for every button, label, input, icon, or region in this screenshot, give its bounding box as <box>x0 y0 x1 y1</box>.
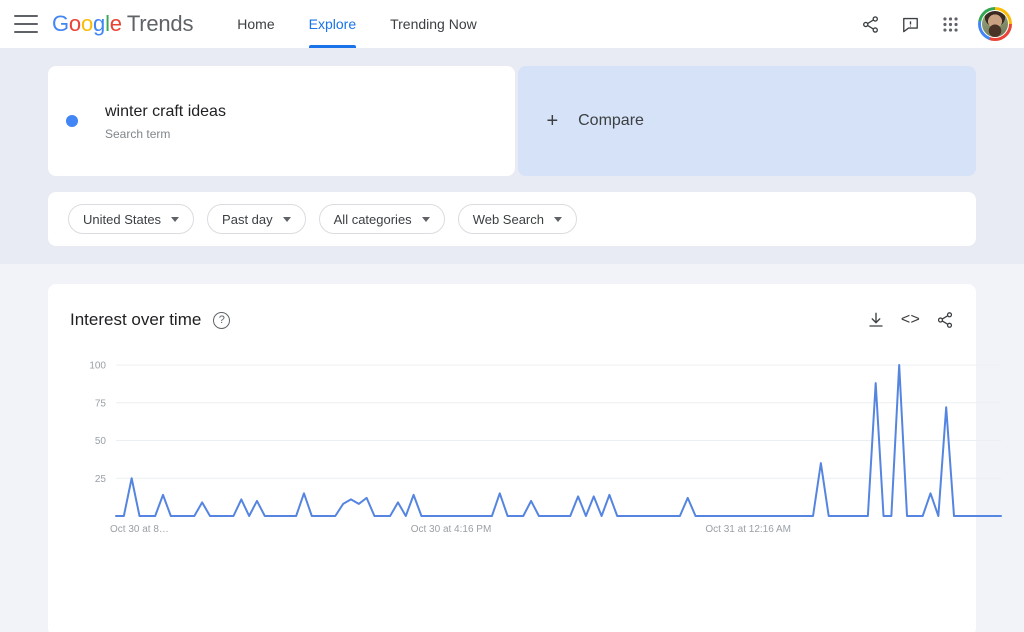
hamburger-bar <box>14 31 38 33</box>
results-band: Interest over time ? <> 25 50 75 100 Oct… <box>0 264 1024 632</box>
filter-search-type-label: Web Search <box>472 211 544 227</box>
x-axis-tick-label: Oct 30 at 8… <box>110 524 169 535</box>
chart-actions: <> <box>867 311 954 329</box>
logo-letter-o1: o <box>68 11 81 36</box>
avatar[interactable] <box>978 7 1012 41</box>
plus-icon: + <box>546 109 559 132</box>
search-term-card[interactable]: winter craft ideas Search term <box>48 66 516 176</box>
help-icon[interactable]: ? <box>213 311 231 329</box>
download-icon[interactable] <box>867 311 885 329</box>
x-axis-tick-label: Oct 31 at 12:16 AM <box>705 524 791 535</box>
logo-letter-g2: g <box>93 11 106 36</box>
chevron-down-icon <box>421 216 430 222</box>
filter-time-range[interactable]: Past day <box>207 204 306 234</box>
y-axis-tick-label: 100 <box>89 361 106 372</box>
compare-button[interactable]: + Compare <box>518 66 976 176</box>
google-trends-logo[interactable]: Google Trends <box>52 11 193 37</box>
hamburger-bar <box>14 23 38 25</box>
chart-header: Interest over time ? <> <box>70 310 954 330</box>
main-nav: Home Explore Trending Now <box>237 0 510 48</box>
nav-item-explore[interactable]: Explore <box>308 0 357 48</box>
interest-over-time-card: Interest over time ? <> 25 50 75 100 Oct… <box>48 284 1002 632</box>
series-color-dot <box>66 115 78 127</box>
apps-grid-icon[interactable] <box>932 6 968 42</box>
feedback-icon[interactable] <box>892 6 928 42</box>
filter-category[interactable]: All categories <box>318 204 445 234</box>
filter-search-type[interactable]: Web Search <box>457 204 577 234</box>
page-title: Interest over time <box>70 310 202 329</box>
x-axis-tick-label: Oct 30 at 4:16 PM <box>411 524 492 535</box>
search-term-title: winter craft ideas <box>105 102 226 120</box>
share-icon[interactable] <box>936 311 954 329</box>
embed-icon[interactable]: <> <box>901 311 920 329</box>
app-header: Google Trends Home Explore Trending Now <box>0 0 1024 48</box>
interest-over-time-chart[interactable]: 25 50 75 100 Oct 30 at 8… Oct 30 at 4:16 PM Oc… <box>48 354 1024 544</box>
avatar-image <box>981 10 1009 38</box>
search-term-text: winter craft ideas Search term <box>105 102 226 141</box>
nav-item-home[interactable]: Home <box>237 0 274 48</box>
chevron-down-icon <box>282 216 291 222</box>
query-band: winter craft ideas Search term + Compare… <box>0 48 1024 264</box>
filter-time-range-label: Past day <box>222 211 273 227</box>
y-axis-tick-label: 25 <box>95 474 107 485</box>
filter-location[interactable]: United States <box>68 204 195 234</box>
chart-svg: 25 50 75 100 Oct 30 at 8… Oct 30 at 4:16 PM Oc… <box>89 361 1002 535</box>
filters-bar: United States Past day All categories We… <box>48 192 976 246</box>
compare-label: Compare <box>578 112 644 129</box>
logo-letter-e: e <box>109 11 122 36</box>
logo-letter-g: G <box>52 11 69 36</box>
logo-word-trends: Trends <box>126 11 194 36</box>
header-actions <box>852 0 1012 48</box>
hamburger-bar <box>14 15 38 17</box>
filter-location-label: United States <box>83 211 162 227</box>
y-axis-tick-label: 75 <box>95 398 107 409</box>
chart-title-group: Interest over time ? <box>70 310 231 330</box>
chevron-down-icon <box>553 216 562 222</box>
search-term-subtitle: Search term <box>105 126 171 141</box>
chevron-down-icon <box>171 216 180 222</box>
y-axis-tick-label: 50 <box>95 436 107 447</box>
nav-item-trending-now[interactable]: Trending Now <box>390 0 477 48</box>
share-icon[interactable] <box>852 6 888 42</box>
logo-letter-o2: o <box>80 11 94 36</box>
terms-row: winter craft ideas Search term + Compare <box>0 66 1024 176</box>
hamburger-icon[interactable] <box>14 15 38 33</box>
filter-category-label: All categories <box>333 211 412 227</box>
